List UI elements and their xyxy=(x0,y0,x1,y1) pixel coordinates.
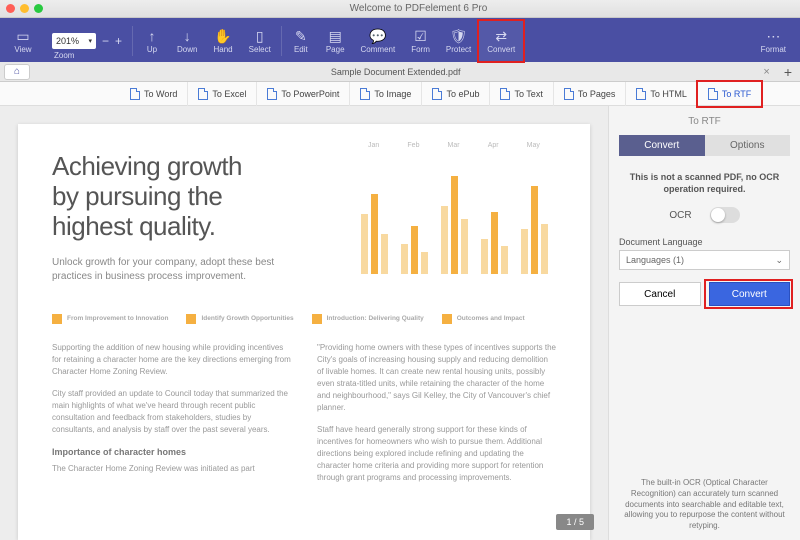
zoom-in-icon[interactable]: + xyxy=(115,34,122,48)
comment-button[interactable]: 💬Comment xyxy=(353,21,404,61)
doc-icon xyxy=(267,88,277,100)
doc-icon xyxy=(360,88,370,100)
minimize-icon[interactable] xyxy=(20,4,29,13)
document-tabs: ⌂ Sample Document Extended.pdf × + xyxy=(0,62,800,82)
chevron-down-icon: ⌄ xyxy=(775,255,783,266)
titlebar: Welcome to PDFelement 6 Pro xyxy=(0,0,800,18)
page-button[interactable]: ▤Page xyxy=(318,21,353,61)
down-button[interactable]: ↓Down xyxy=(169,21,205,61)
doc-icon xyxy=(432,88,442,100)
up-button[interactable]: ↑Up xyxy=(135,21,169,61)
doc-icon xyxy=(564,88,574,100)
main-toolbar: ▭View 201%▾ − + Zoom ↑Up ↓Down ✋Hand ▯Se… xyxy=(0,18,800,62)
to-powerpoint-button[interactable]: To PowerPoint xyxy=(257,82,350,106)
form-button[interactable]: ☑Form xyxy=(403,21,438,61)
tag-row: From Improvement to Innovation Identify … xyxy=(52,314,556,324)
convert-panel: To RTF Convert Options This is not a sca… xyxy=(608,106,800,540)
to-html-button[interactable]: To HTML xyxy=(626,82,698,106)
view-button[interactable]: ▭View xyxy=(6,21,40,61)
convert-action-button[interactable]: Convert xyxy=(709,282,791,306)
cancel-button[interactable]: Cancel xyxy=(619,282,701,306)
page-counter: 1 / 5 xyxy=(556,514,594,530)
to-pages-button[interactable]: To Pages xyxy=(554,82,627,106)
bar-chart: JanFebMarAprMay xyxy=(354,154,554,274)
maximize-icon[interactable] xyxy=(34,4,43,13)
doc-icon xyxy=(198,88,208,100)
doc-icon xyxy=(636,88,646,100)
page-lead: Unlock growth for your company, adopt th… xyxy=(52,256,282,284)
tab-close-icon[interactable]: × xyxy=(757,66,775,78)
panel-message: This is not a scanned PDF, no OCR operat… xyxy=(619,172,790,195)
body-columns: Supporting the addition of new housing w… xyxy=(52,342,556,494)
pdf-page: Achieving growth by pursuing the highest… xyxy=(18,124,590,540)
edit-button[interactable]: ✎Edit xyxy=(284,21,318,61)
hand-button[interactable]: ✋Hand xyxy=(205,21,240,61)
convert-button[interactable]: ⇄Convert xyxy=(479,21,523,61)
doc-icon xyxy=(500,88,510,100)
panel-tab-convert[interactable]: Convert xyxy=(619,135,705,156)
language-label: Document Language xyxy=(619,237,790,247)
panel-footer: The built-in OCR (Optical Character Reco… xyxy=(619,478,790,532)
tab-add-icon[interactable]: + xyxy=(776,64,800,80)
document-viewport[interactable]: Achieving growth by pursuing the highest… xyxy=(0,106,608,540)
zoom-out-icon[interactable]: − xyxy=(102,34,109,48)
doc-icon xyxy=(130,88,140,100)
panel-title: To RTF xyxy=(619,116,790,127)
to-word-button[interactable]: To Word xyxy=(120,82,188,106)
panel-tab-options[interactable]: Options xyxy=(705,135,791,156)
zoom-button[interactable]: 201%▾ − + Zoom xyxy=(40,21,130,61)
to-text-button[interactable]: To Text xyxy=(490,82,553,106)
ocr-label: OCR xyxy=(669,210,691,221)
language-select[interactable]: Languages (1)⌄ xyxy=(619,250,790,270)
chart-months: JanFebMarAprMay xyxy=(354,142,554,149)
home-tab[interactable]: ⌂ xyxy=(4,64,30,80)
protect-button[interactable]: 🛡Protect xyxy=(438,21,479,61)
to-excel-button[interactable]: To Excel xyxy=(188,82,257,106)
format-button[interactable]: ⋯Format xyxy=(753,21,794,61)
to-image-button[interactable]: To Image xyxy=(350,82,422,106)
window-title: Welcome to PDFelement 6 Pro xyxy=(43,3,794,14)
convert-subtoolbar: To Word To Excel To PowerPoint To Image … xyxy=(0,82,800,106)
to-rtf-button[interactable]: To RTF xyxy=(698,82,762,106)
doc-icon xyxy=(708,88,718,100)
select-button[interactable]: ▯Select xyxy=(241,21,279,61)
panel-tabs: Convert Options xyxy=(619,135,790,156)
zoom-value[interactable]: 201%▾ xyxy=(52,33,96,49)
close-icon[interactable] xyxy=(6,4,15,13)
window-controls xyxy=(6,4,43,13)
ocr-toggle[interactable] xyxy=(710,207,740,223)
to-epub-button[interactable]: To ePub xyxy=(422,82,490,106)
document-tab[interactable]: Sample Document Extended.pdf xyxy=(34,67,757,77)
